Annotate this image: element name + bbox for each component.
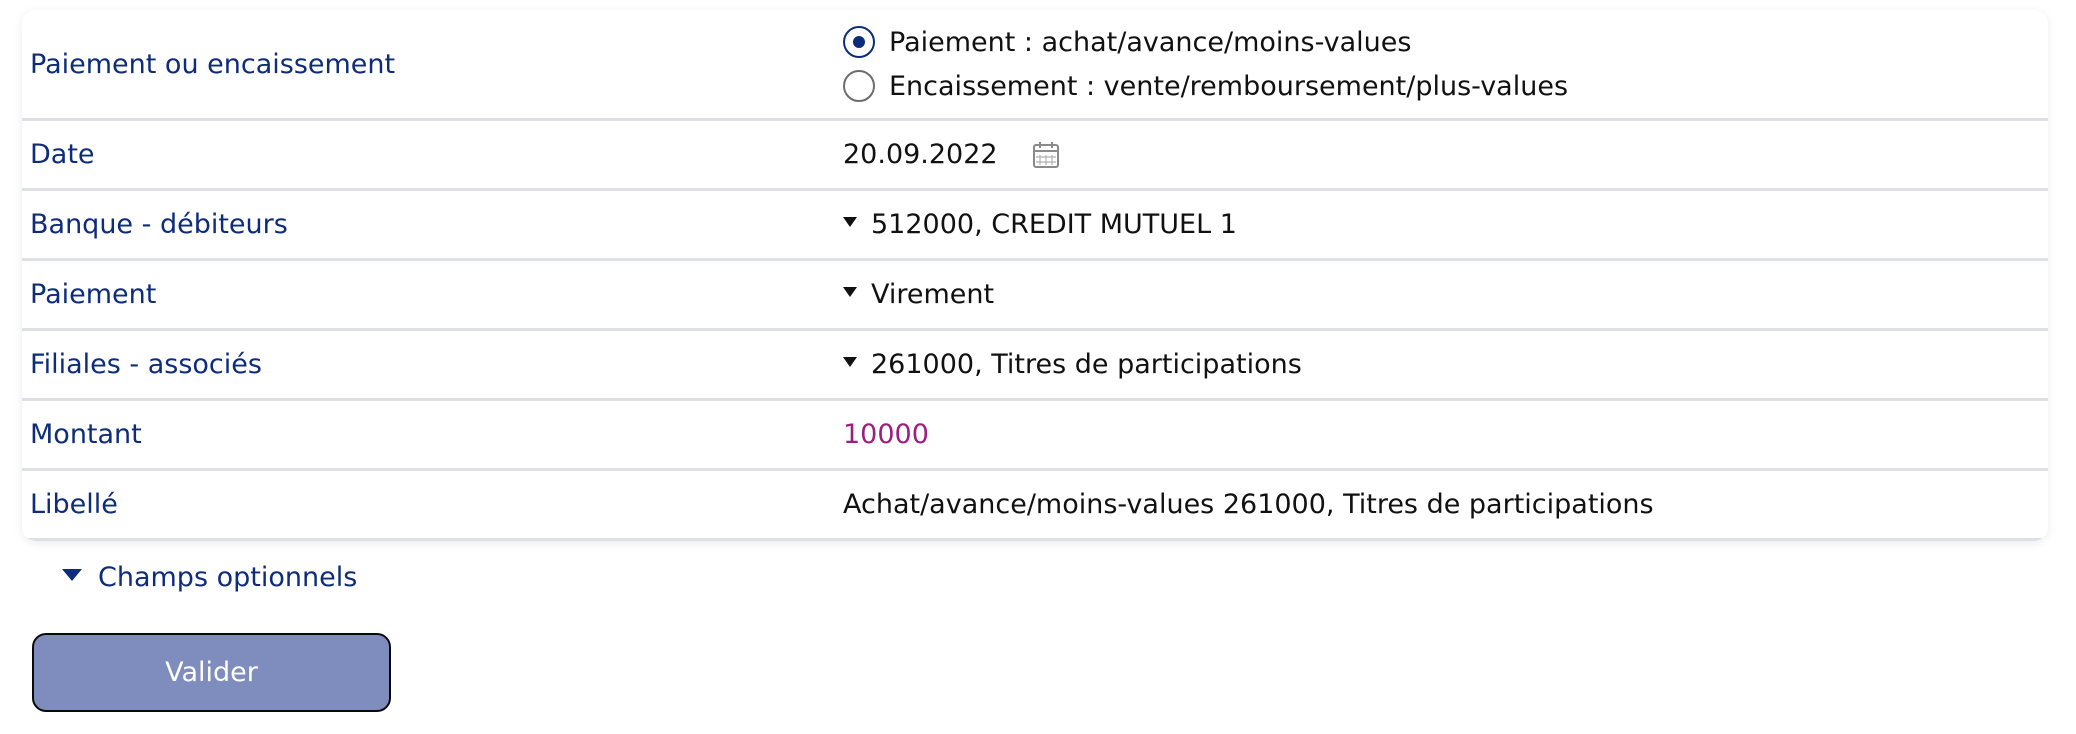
date-row: Date 20.09.2022 — [22, 121, 2048, 191]
chevron-down-icon — [843, 286, 857, 297]
subsidiary-label: Filiales - associés — [30, 349, 262, 380]
payment-form: Paiement ou encaissement Paiement : acha… — [22, 10, 2048, 541]
subsidiary-value-container: 261000, Titres de participations — [843, 349, 2048, 380]
radio-unselected-icon[interactable] — [843, 70, 875, 102]
caret-down-icon — [62, 568, 82, 581]
subsidiary-select[interactable]: 261000, Titres de participations — [843, 349, 2028, 380]
validate-button[interactable]: Valider — [32, 633, 391, 712]
payment-method-select[interactable]: Virement — [843, 279, 2028, 310]
payment-method-select-value: Virement — [871, 279, 995, 310]
date-label: Date — [30, 139, 95, 170]
subsidiary-row: Filiales - associés 261000, Titres de pa… — [22, 331, 2048, 401]
payment-option[interactable]: Paiement : achat/avance/moins-values — [843, 26, 2028, 58]
payment-type-value: Paiement : achat/avance/moins-values Enc… — [843, 26, 2048, 102]
amount-label: Montant — [30, 419, 142, 450]
description-row: Libellé Achat/avance/moins-values 261000… — [22, 471, 2048, 541]
bank-label: Banque - débiteurs — [30, 209, 288, 240]
amount-row: Montant 10000 — [22, 401, 2048, 471]
optional-fields-label: Champs optionnels — [98, 562, 358, 593]
payment-method-label: Paiement — [30, 279, 157, 310]
radio-selected-icon[interactable] — [843, 26, 875, 58]
calendar-icon[interactable] — [1032, 141, 1060, 169]
receipt-option-label: Encaissement : vente/remboursement/plus-… — [889, 70, 1569, 102]
bank-select-value: 512000, CREDIT MUTUEL 1 — [871, 209, 1237, 240]
date-input[interactable]: 20.09.2022 — [843, 139, 998, 170]
payment-method-value-container: Virement — [843, 279, 2048, 310]
payment-type-radio-group: Paiement : achat/avance/moins-values Enc… — [843, 26, 2028, 102]
payment-type-label: Paiement ou encaissement — [30, 48, 396, 80]
optional-fields-toggle[interactable]: Champs optionnels — [62, 562, 357, 593]
subsidiary-select-value: 261000, Titres de participations — [871, 349, 1302, 380]
description-label: Libellé — [30, 489, 118, 520]
bank-row: Banque - débiteurs 512000, CREDIT MUTUEL… — [22, 191, 2048, 261]
payment-method-row: Paiement Virement — [22, 261, 2048, 331]
chevron-down-icon — [843, 356, 857, 367]
payment-type-row: Paiement ou encaissement Paiement : acha… — [22, 10, 2048, 121]
bank-select[interactable]: 512000, CREDIT MUTUEL 1 — [843, 209, 2028, 240]
receipt-option[interactable]: Encaissement : vente/remboursement/plus-… — [843, 70, 2028, 102]
payment-option-label: Paiement : achat/avance/moins-values — [889, 26, 1412, 58]
chevron-down-icon — [843, 216, 857, 227]
date-input-group: 20.09.2022 — [843, 139, 2028, 170]
amount-input[interactable]: 10000 — [843, 419, 2048, 450]
description-input[interactable]: Achat/avance/moins-values 261000, Titres… — [843, 489, 2048, 520]
bank-value-container: 512000, CREDIT MUTUEL 1 — [843, 209, 2048, 240]
page: Paiement ou encaissement Paiement : acha… — [0, 0, 2076, 734]
date-value-container: 20.09.2022 — [843, 139, 2048, 170]
